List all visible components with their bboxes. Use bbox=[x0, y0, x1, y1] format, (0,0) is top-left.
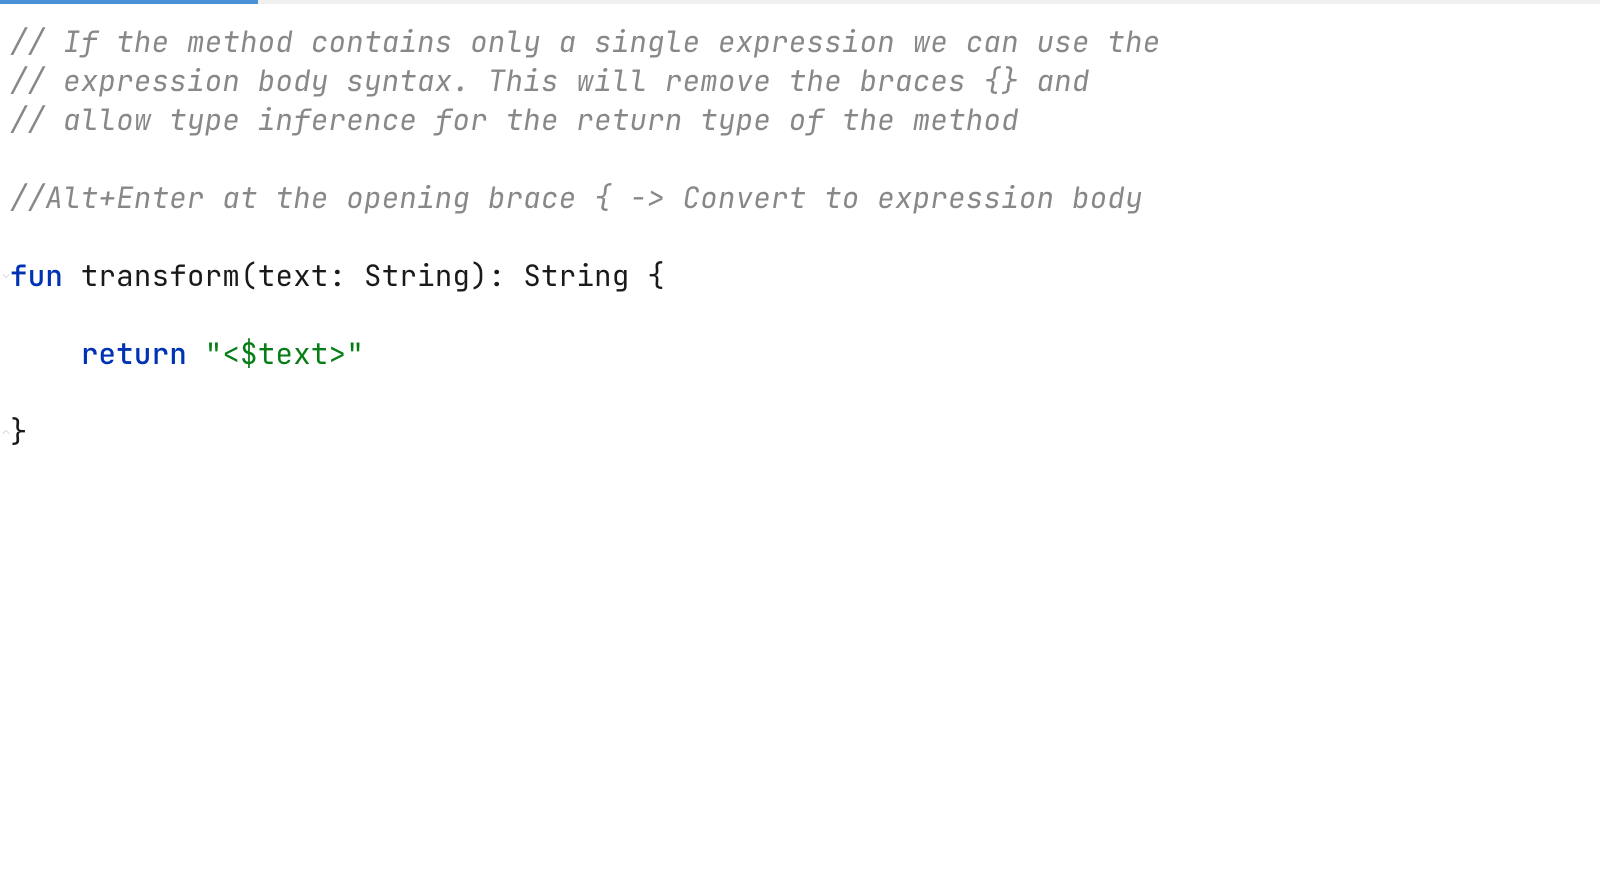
code-line[interactable]: } bbox=[10, 373, 1600, 490]
comment-text: // If the method contains only a single … bbox=[10, 22, 1161, 61]
code-line-empty[interactable] bbox=[10, 139, 1600, 178]
comment-text: // allow type inference for the return t… bbox=[10, 100, 1019, 139]
indent bbox=[10, 334, 81, 373]
top-bar bbox=[0, 0, 1600, 4]
paren-open: ( bbox=[240, 256, 258, 295]
keyword-return: return bbox=[81, 334, 187, 373]
code-line[interactable]: //Alt+Enter at the opening brace { -> Co… bbox=[10, 178, 1600, 217]
param-name: text bbox=[258, 256, 329, 295]
progress-indicator bbox=[0, 0, 258, 4]
code-line[interactable]: fun transform(text: String): String { bbox=[10, 217, 1600, 334]
code-line[interactable]: return "<$text>" bbox=[10, 334, 1600, 373]
comment-text: //Alt+Enter at the opening brace { -> Co… bbox=[10, 178, 1143, 217]
param-type: String bbox=[364, 256, 470, 295]
code-text: return "<$text>" bbox=[10, 334, 364, 373]
string-literal: "<$text>" bbox=[205, 334, 364, 373]
code-editor[interactable]: // If the method contains only a single … bbox=[0, 4, 1600, 490]
code-line[interactable]: // allow type inference for the return t… bbox=[10, 100, 1600, 139]
comment-text: // expression body syntax. This will rem… bbox=[10, 61, 1090, 100]
code-line[interactable]: // If the method contains only a single … bbox=[10, 22, 1600, 61]
code-line[interactable]: // expression body syntax. This will rem… bbox=[10, 61, 1600, 100]
brace-open: { bbox=[647, 256, 665, 295]
template-variable: $text bbox=[240, 334, 329, 373]
paren-close: ) bbox=[470, 256, 488, 295]
return-type: String bbox=[523, 256, 629, 295]
